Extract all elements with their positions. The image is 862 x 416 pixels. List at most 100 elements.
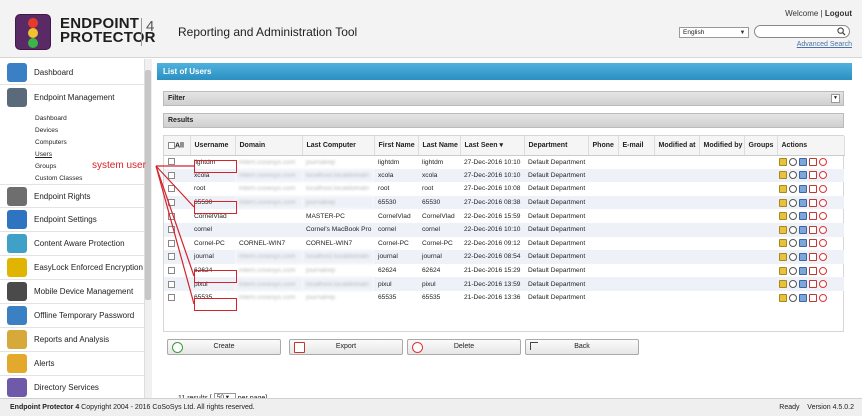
row-checkbox[interactable]	[168, 158, 175, 166]
submenu-custom-classes[interactable]: Custom Classes	[35, 175, 82, 182]
search-icon[interactable]	[789, 239, 797, 248]
sidebar-item-content-aware-protection[interactable]: Content Aware Protection	[0, 232, 144, 256]
advanced-search-link[interactable]: Advanced Search	[797, 41, 852, 48]
csv-icon[interactable]	[809, 212, 817, 221]
csv-icon[interactable]	[809, 239, 817, 248]
row-checkbox[interactable]	[168, 280, 175, 288]
list-icon[interactable]	[799, 266, 807, 275]
submenu-dashboard[interactable]: Dashboard	[35, 115, 67, 122]
search-icon[interactable]	[789, 225, 797, 234]
list-icon[interactable]	[799, 184, 807, 193]
search-icon[interactable]	[789, 198, 797, 207]
delete-icon[interactable]	[819, 280, 827, 289]
csv-icon[interactable]	[809, 158, 817, 167]
delete-icon[interactable]	[819, 293, 827, 302]
sidebar-item-alerts[interactable]: Alerts	[0, 352, 144, 376]
search-icon[interactable]	[789, 293, 797, 302]
row-checkbox[interactable]	[168, 212, 175, 220]
row-checkbox[interactable]	[168, 253, 175, 261]
delete-icon[interactable]	[819, 184, 827, 193]
delete-button[interactable]: Delete	[407, 339, 521, 355]
list-icon[interactable]	[799, 212, 807, 221]
delete-icon[interactable]	[819, 239, 827, 248]
table-row[interactable]: 65530 intern.cosesys.com journalrep 65530 65…	[164, 195, 844, 210]
edit-icon[interactable]	[779, 184, 787, 193]
search-icon[interactable]	[789, 266, 797, 275]
sidebar-item-reports-and-analysis[interactable]: Reports and Analysis	[0, 328, 144, 352]
csv-icon[interactable]	[809, 293, 817, 302]
delete-icon[interactable]	[819, 252, 827, 261]
submenu-devices[interactable]: Devices	[35, 127, 58, 134]
search-input[interactable]	[754, 25, 850, 38]
csv-icon[interactable]	[809, 225, 817, 234]
edit-icon[interactable]	[779, 171, 787, 180]
row-checkbox[interactable]	[168, 171, 175, 179]
csv-icon[interactable]	[809, 171, 817, 180]
list-icon[interactable]	[799, 280, 807, 289]
search-icon[interactable]	[789, 212, 797, 221]
edit-icon[interactable]	[779, 225, 787, 234]
select-all-checkbox[interactable]	[168, 141, 175, 149]
sidebar-item-endpoint-settings[interactable]: Endpoint Settings	[0, 208, 144, 232]
sidebar-scrollbar-thumb[interactable]	[145, 70, 151, 300]
table-row[interactable]: xcola intern.cosesys.com localhost.localdo…	[164, 168, 844, 183]
logout-link[interactable]: Logout	[825, 9, 852, 18]
search-icon[interactable]	[789, 171, 797, 180]
edit-icon[interactable]	[779, 212, 787, 221]
list-icon[interactable]	[799, 225, 807, 234]
list-icon[interactable]	[799, 198, 807, 207]
list-icon[interactable]	[799, 171, 807, 180]
sidebar-item-mobile-device-management[interactable]: Mobile Device Management	[0, 280, 144, 304]
search-icon[interactable]	[837, 27, 846, 36]
csv-icon[interactable]	[809, 198, 817, 207]
edit-icon[interactable]	[779, 239, 787, 248]
row-checkbox[interactable]	[168, 226, 175, 234]
table-row[interactable]: cornel Cornel's MacBook Pro cornel cornel 22…	[164, 222, 844, 237]
list-icon[interactable]	[799, 239, 807, 248]
delete-icon[interactable]	[819, 212, 827, 221]
delete-icon[interactable]	[819, 225, 827, 234]
table-row[interactable]: 62624 intern.cosesys.com journalrep 62624 62…	[164, 264, 844, 278]
table-row[interactable]: Cornel-PC CORNEL-WIN7 CORNEL-WIN7 Cornel-PC…	[164, 237, 844, 251]
sidebar-item-easylock[interactable]: EasyLock Enforced Encryption	[0, 256, 144, 280]
edit-icon[interactable]	[779, 280, 787, 289]
edit-icon[interactable]	[779, 266, 787, 275]
export-button[interactable]: Export	[289, 339, 403, 355]
row-checkbox[interactable]	[168, 185, 175, 193]
chevron-down-icon[interactable]: ▼	[831, 94, 840, 103]
list-icon[interactable]	[799, 252, 807, 261]
search-icon[interactable]	[789, 252, 797, 261]
submenu-computers[interactable]: Computers	[35, 139, 67, 146]
sidebar-item-dashboard[interactable]: Dashboard	[0, 61, 144, 85]
language-select[interactable]: English ▼	[679, 27, 749, 38]
filter-panel-header[interactable]: Filter ▼	[163, 91, 844, 106]
table-row[interactable]: lightdm intern.cosesys.com journalrep light…	[164, 155, 844, 169]
sidebar-item-endpoint-management[interactable]: Endpoint Management	[0, 86, 144, 110]
list-icon[interactable]	[799, 293, 807, 302]
edit-icon[interactable]	[779, 252, 787, 261]
row-checkbox[interactable]	[168, 294, 175, 302]
sidebar-item-offline-temporary-password[interactable]: Offline Temporary Password	[0, 304, 144, 328]
edit-icon[interactable]	[779, 158, 787, 167]
list-icon[interactable]	[799, 158, 807, 167]
table-row[interactable]: journal intern.cosesys.com localhost.local…	[164, 250, 844, 264]
create-button[interactable]: Create	[167, 339, 281, 355]
delete-icon[interactable]	[819, 198, 827, 207]
table-row[interactable]: pixul intern.cosesys.com localhost.localdo…	[164, 277, 844, 291]
row-checkbox[interactable]	[168, 198, 175, 206]
submenu-groups[interactable]: Groups	[35, 163, 56, 170]
delete-icon[interactable]	[819, 266, 827, 275]
table-row[interactable]: root intern.cosesys.com localhost.localdom…	[164, 182, 844, 196]
edit-icon[interactable]	[779, 198, 787, 207]
csv-icon[interactable]	[809, 184, 817, 193]
back-button[interactable]: Back	[525, 339, 639, 355]
search-icon[interactable]	[789, 184, 797, 193]
table-row[interactable]: CornelVlad MASTER-PC CornelVlad CornelVlad 2…	[164, 209, 844, 223]
search-icon[interactable]	[789, 158, 797, 167]
sidebar-item-directory-services[interactable]: Directory Services	[0, 376, 144, 400]
delete-icon[interactable]	[819, 171, 827, 180]
csv-icon[interactable]	[809, 266, 817, 275]
csv-icon[interactable]	[809, 252, 817, 261]
search-icon[interactable]	[789, 280, 797, 289]
delete-icon[interactable]	[819, 158, 827, 167]
